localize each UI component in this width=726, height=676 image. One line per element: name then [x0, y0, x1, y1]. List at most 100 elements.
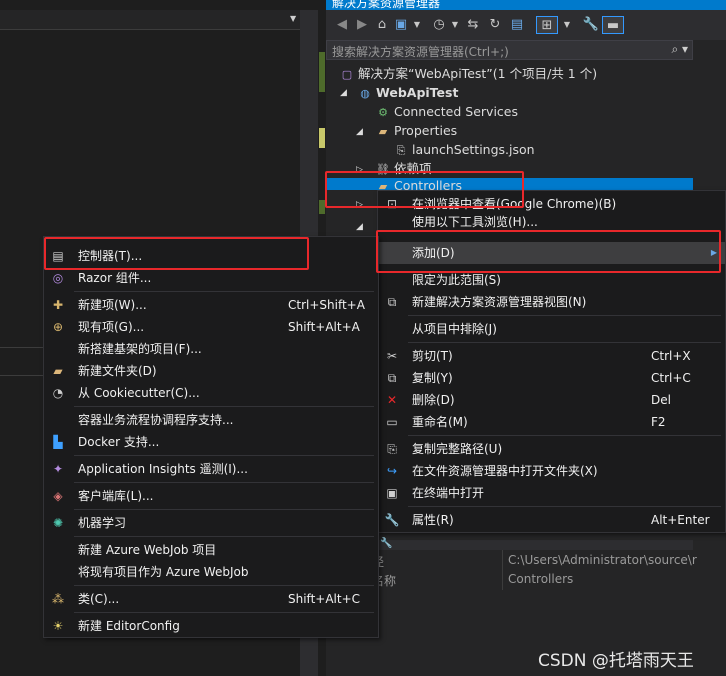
scissors-icon: ✂: [386, 349, 398, 363]
client-library-icon: ◈: [53, 489, 63, 503]
menu-item-properties[interactable]: 🔧 属性(R) Alt+Enter: [378, 509, 725, 531]
back-icon[interactable]: ◀: [334, 16, 350, 34]
chevron-down-icon[interactable]: ▼: [562, 16, 572, 34]
search-icon[interactable]: ⌕ ▾: [671, 42, 688, 57]
prop-path-value: C:\Users\Administrator\source\r: [508, 553, 697, 567]
controller-file-icon: ▤: [52, 249, 64, 263]
watermark: CSDN @托塔雨天王: [538, 651, 694, 671]
show-all-files-icon[interactable]: ⊞: [536, 16, 558, 34]
tree-item-connected-services[interactable]: ⚙ Connected Services: [376, 102, 518, 121]
class-icon: ⁂: [52, 592, 64, 606]
menu-item-new-view[interactable]: ⧉ 新建解决方案资源管理器视图(N): [378, 291, 725, 313]
new-item-icon: ✚: [52, 298, 64, 312]
editorconfig-bulb-icon: ☀: [52, 619, 64, 633]
menu-item-new-folder[interactable]: ▰ 新建文件夹(D): [44, 360, 378, 382]
menu-item-new-azure-webjob[interactable]: 新建 Azure WebJob 项目: [44, 539, 378, 561]
dropdown-arrow-icon[interactable]: ▼: [290, 14, 296, 23]
wrench-icon: 🔧: [384, 513, 400, 527]
properties-folder-icon: ▰: [378, 125, 388, 138]
menu-item-controller[interactable]: ▤ 控制器(T)...: [44, 245, 378, 267]
rename-icon: ▭: [386, 415, 398, 429]
menu-item-delete[interactable]: ✕ 删除(D) Del: [378, 389, 725, 411]
web-project-icon: ◍: [360, 87, 370, 100]
pending-changes-filter-icon[interactable]: ◷: [430, 16, 448, 34]
solution-explorer-toolbar: ◀ ▶ ⌂ ▣ ▼ ◷ ▼ ⇆ ↻ ▤ ⊞ ▼ 🔧 ▬: [326, 10, 726, 40]
machine-learning-icon: ✺: [52, 516, 64, 530]
menu-item-container-orchestrator[interactable]: 容器业务流程协调程序支持...: [44, 409, 378, 431]
copy-icon: ⧉: [387, 371, 397, 385]
menu-item-class[interactable]: ⁂ 类(C)... Shift+Alt+C: [44, 588, 378, 610]
existing-item-icon: ⊕: [52, 320, 64, 334]
wrench-icon: 🔧: [380, 538, 393, 549]
switch-views-icon[interactable]: ▣: [392, 16, 410, 34]
pane-title: 解决方案资源管理器: [332, 0, 441, 10]
solution-explorer-search-input[interactable]: 搜索解决方案资源管理器(Ctrl+;) ⌕ ▾: [326, 40, 693, 60]
chevron-down-icon[interactable]: ▼: [450, 16, 460, 34]
editor-divider: [0, 347, 44, 348]
menu-item-open-in-explorer[interactable]: ↪ 在文件资源管理器中打开文件夹(X): [378, 460, 725, 482]
folder-icon: ▰: [378, 180, 388, 190]
menu-item-client-library[interactable]: ◈ 客户端库(L)...: [44, 485, 378, 507]
search-placeholder: 搜索解决方案资源管理器(Ctrl+;): [332, 45, 509, 59]
tree-item-launch-settings[interactable]: ⎘ launchSettings.json: [394, 140, 535, 159]
submenu-arrow-icon: ▶: [710, 248, 717, 257]
menu-item-razor-component[interactable]: ◎ Razor 组件...: [44, 267, 378, 289]
connected-services-icon: ⚙: [378, 106, 388, 119]
menu-item-rename[interactable]: ▭ 重命名(M) F2: [378, 411, 725, 433]
tree-item-solution[interactable]: ▢ 解决方案“WebApiTest”(1 个项目/共 1 个): [340, 64, 597, 83]
menu-item-docker-support[interactable]: ▙ Docker 支持...: [44, 431, 378, 453]
menu-item-editorconfig[interactable]: ☀ 新建 EditorConfig: [44, 615, 378, 637]
refresh-icon[interactable]: ↻: [486, 16, 504, 34]
open-folder-arrow-icon: ↪: [386, 464, 398, 478]
prop-name-value: Controllers: [508, 572, 574, 586]
expander-collapsed-icon[interactable]: ▷: [356, 200, 363, 210]
new-folder-icon: ▰: [53, 364, 63, 378]
browser-icon: ⊡: [386, 197, 398, 211]
menu-item-copy[interactable]: ⧉ 复制(Y) Ctrl+C: [378, 367, 725, 389]
menu-item-machine-learning[interactable]: ✺ 机器学习: [44, 512, 378, 534]
context-menu: ⊡ 在浏览器中查看(Google Chrome)(B) 使用以下工具浏览(H).…: [377, 190, 726, 533]
menu-item-exclude[interactable]: 从项目中排除(J): [378, 318, 725, 340]
menu-item-app-insights[interactable]: ✦ Application Insights 遥测(I)...: [44, 458, 378, 480]
properties-wrench-icon[interactable]: 🔧: [582, 16, 600, 34]
docker-icon: ▙: [53, 435, 63, 449]
terminal-icon: ▣: [386, 486, 398, 500]
razor-icon: ◎: [52, 271, 64, 285]
expander-expanded-icon[interactable]: ◢: [356, 222, 363, 232]
collapse-all-icon[interactable]: ▤: [508, 16, 526, 34]
app-insights-icon: ✦: [52, 462, 64, 476]
chevron-down-icon[interactable]: ▼: [412, 16, 422, 34]
cookiecutter-icon: ◔: [52, 386, 64, 400]
expander-expanded-icon[interactable]: ◢: [340, 88, 347, 98]
tree-item-controllers[interactable]: ▰ Controllers: [376, 176, 462, 190]
menu-item-view-in-browser[interactable]: ⊡ 在浏览器中查看(Google Chrome)(B): [378, 193, 725, 215]
tree-item-project[interactable]: ◍ WebApiTest: [358, 83, 458, 102]
menu-item-copy-full-path[interactable]: ⎘ 复制完整路径(U): [378, 438, 725, 460]
copy-path-icon: ⎘: [387, 442, 397, 456]
editor-navigation-bar: [0, 10, 300, 30]
add-submenu: ▤ 控制器(T)... ◎ Razor 组件... ✚ 新建项(W)... Ct…: [43, 236, 379, 638]
new-view-icon: ⧉: [387, 295, 397, 309]
solution-explorer-titlebar: 解决方案资源管理器: [326, 0, 726, 10]
tree-item-properties[interactable]: ▰ Properties: [376, 121, 457, 140]
expander-expanded-icon[interactable]: ◢: [356, 127, 363, 137]
menu-item-cut[interactable]: ✂ 剪切(T) Ctrl+X: [378, 345, 725, 367]
menu-item-browse-with[interactable]: 使用以下工具浏览(H)...: [378, 215, 725, 229]
solution-icon: ▢: [341, 68, 353, 81]
menu-item-add[interactable]: 添加(D) ▶: [378, 242, 725, 264]
expander-collapsed-icon[interactable]: ▷: [356, 165, 363, 175]
json-file-icon: ⎘: [396, 144, 406, 157]
preview-icon[interactable]: ▬: [602, 16, 624, 34]
menu-item-new-item[interactable]: ✚ 新建项(W)... Ctrl+Shift+A: [44, 294, 378, 316]
menu-item-existing-item[interactable]: ⊕ 现有项(G)... Shift+Alt+A: [44, 316, 378, 338]
home-icon[interactable]: ⌂: [374, 16, 390, 34]
editor-divider: [0, 375, 44, 376]
menu-item-existing-as-webjob[interactable]: 将现有项目作为 Azure WebJob: [44, 561, 378, 583]
menu-item-open-in-terminal[interactable]: ▣ 在终端中打开: [378, 482, 725, 504]
delete-x-icon: ✕: [386, 393, 398, 407]
menu-item-cookiecutter[interactable]: ◔ 从 Cookiecutter(C)...: [44, 382, 378, 404]
menu-item-scaffolded-item[interactable]: 新搭建基架的项目(F)...: [44, 338, 378, 360]
menu-item-scope-to-this[interactable]: 限定为此范围(S): [378, 269, 725, 291]
sync-icon[interactable]: ⇆: [464, 16, 482, 34]
forward-icon[interactable]: ▶: [354, 16, 370, 34]
